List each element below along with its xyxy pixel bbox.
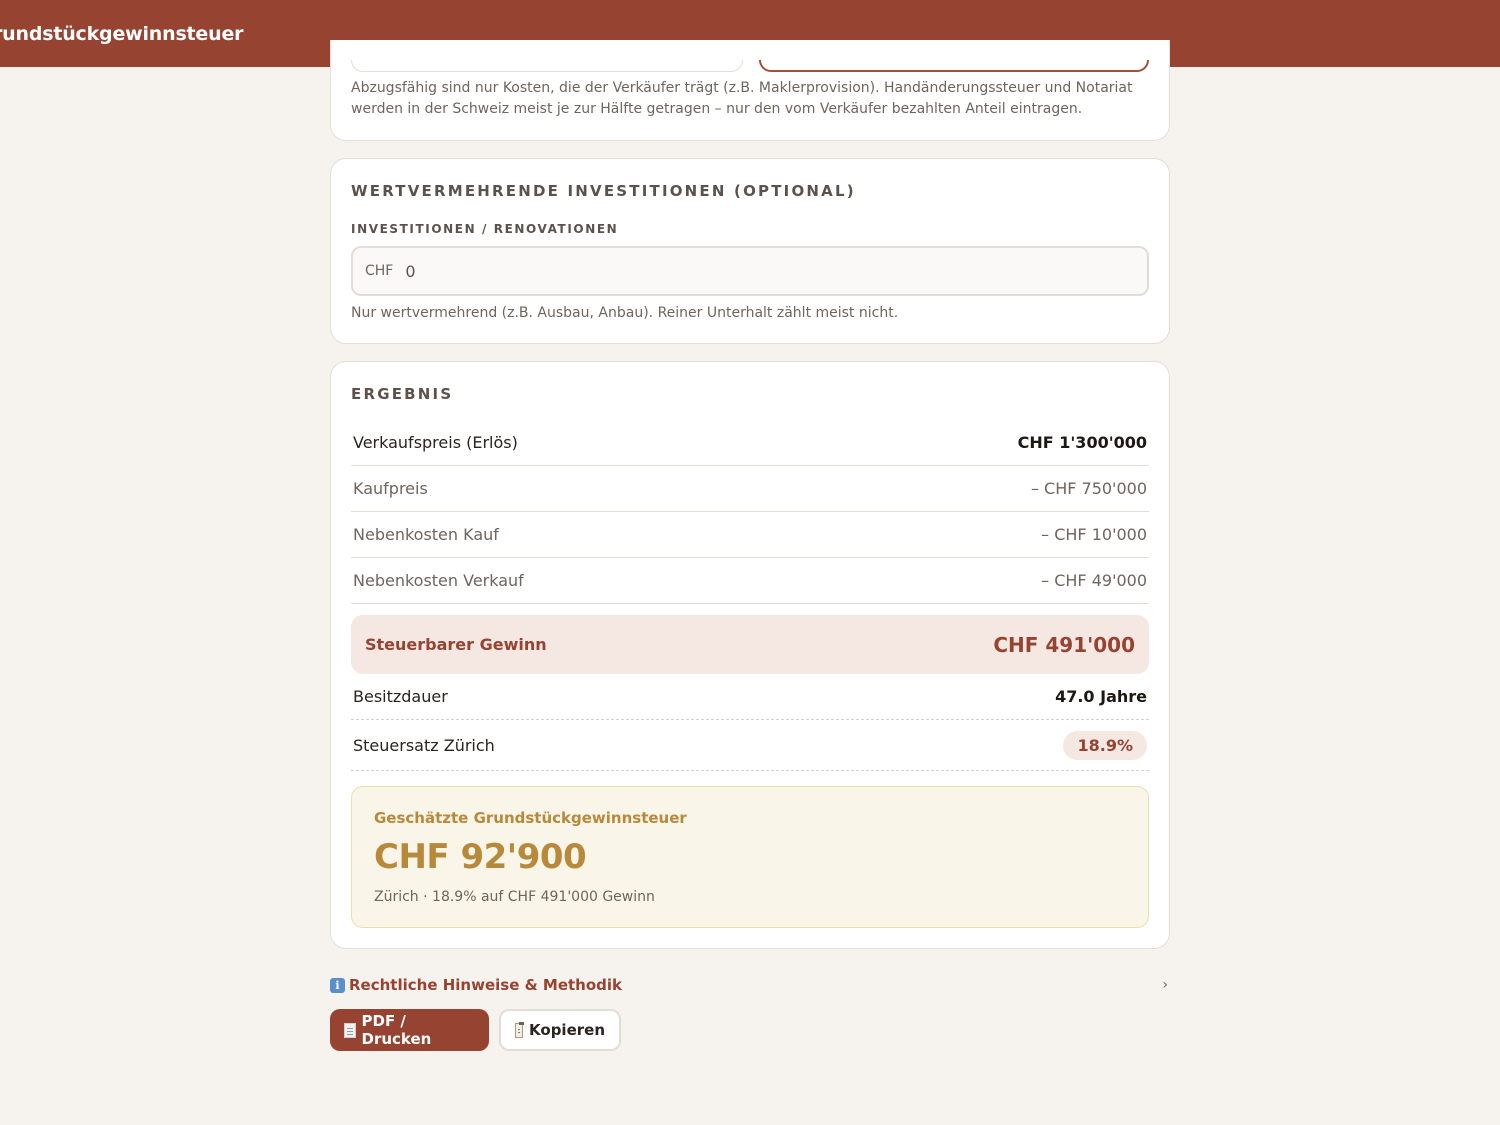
estimated-tax-box: Geschätzte Grundstückgewinnsteuer CHF 92…	[351, 786, 1149, 928]
legal-link[interactable]: i Rechtliche Hinweise & Methodik	[330, 976, 622, 994]
row-label: Steuersatz Zürich	[353, 735, 495, 755]
clipboard-icon	[515, 1021, 525, 1038]
investments-label: INVESTITIONEN / RENOVATIONEN	[351, 222, 619, 236]
result-row-purchase-costs: Nebenkosten Kauf – CHF 10'000	[351, 512, 1149, 558]
legal-label: Rechtliche Hinweise & Methodik	[349, 976, 622, 994]
row-value: – CHF 750'000	[1030, 479, 1147, 498]
copy-button[interactable]: Kopieren	[499, 1009, 621, 1051]
cost-input-right[interactable]	[759, 60, 1149, 72]
rate-badge: 18.9%	[1063, 730, 1147, 760]
document-icon	[344, 1022, 356, 1038]
chevron-right-icon: ›	[1162, 977, 1168, 993]
info-icon: i	[330, 977, 345, 993]
row-value: – CHF 10'000	[1041, 525, 1147, 544]
row-label: Kaufpreis	[353, 479, 428, 498]
tax-amount: CHF 92'900	[374, 837, 587, 877]
row-label: Verkaufspreis (Erlös)	[353, 433, 518, 452]
investments-hint: Nur wertvermehrend (z.B. Ausbau, Anbau).…	[351, 305, 899, 321]
investments-input[interactable]: CHF	[351, 246, 1149, 296]
row-value: CHF 1'300'000	[1017, 433, 1147, 452]
investments-title: WERTVERMEHRENDE INVESTITIONEN (OPTIONAL)	[351, 182, 856, 200]
gain-label: Steuerbarer Gewinn	[365, 635, 547, 654]
result-row-purchase-price: Kaufpreis – CHF 750'000	[351, 466, 1149, 512]
result-title: ERGEBNIS	[351, 385, 454, 403]
legal-notes-toggle[interactable]: i Rechtliche Hinweise & Methodik ›	[330, 974, 1170, 996]
result-row-sale-price: Verkaufspreis (Erlös) CHF 1'300'000	[351, 420, 1149, 466]
result-row-rate: Steuersatz Zürich 18.9%	[351, 720, 1149, 771]
page-title: rundstückgewinnsteuer	[0, 22, 244, 45]
investments-card: WERTVERMEHRENDE INVESTITIONEN (OPTIONAL)…	[330, 158, 1170, 344]
pdf-print-button[interactable]: PDF / Drucken	[330, 1009, 489, 1051]
investments-field[interactable]	[405, 261, 1106, 281]
tax-caption: Geschätzte Grundstückgewinnsteuer	[374, 809, 687, 827]
costs-card: Abzugsfähig sind nur Kosten, die der Ver…	[330, 40, 1170, 141]
row-value: 47.0 Jahre	[1055, 687, 1147, 706]
tax-detail: Zürich · 18.9% auf CHF 491'000 Gewinn	[374, 889, 655, 905]
gain-value: CHF 491'000	[993, 632, 1135, 657]
row-label: Nebenkosten Kauf	[353, 525, 499, 544]
row-label: Nebenkosten Verkauf	[353, 571, 524, 590]
row-value: – CHF 49'000	[1041, 571, 1147, 590]
currency-prefix: CHF	[365, 263, 394, 279]
result-card: ERGEBNIS Verkaufspreis (Erlös) CHF 1'300…	[330, 361, 1170, 949]
copy-button-label: Kopieren	[529, 1021, 605, 1039]
row-label: Besitzdauer	[353, 687, 448, 706]
pdf-button-label: PDF / Drucken	[361, 1012, 432, 1048]
result-row-sale-costs: Nebenkosten Verkauf – CHF 49'000	[351, 558, 1149, 604]
cost-input-left[interactable]	[351, 60, 743, 72]
costs-hint: Abzugsfähig sind nur Kosten, die der Ver…	[351, 80, 1133, 117]
taxable-gain: Steuerbarer Gewinn CHF 491'000	[351, 615, 1149, 674]
result-row-duration: Besitzdauer 47.0 Jahre	[351, 674, 1149, 720]
